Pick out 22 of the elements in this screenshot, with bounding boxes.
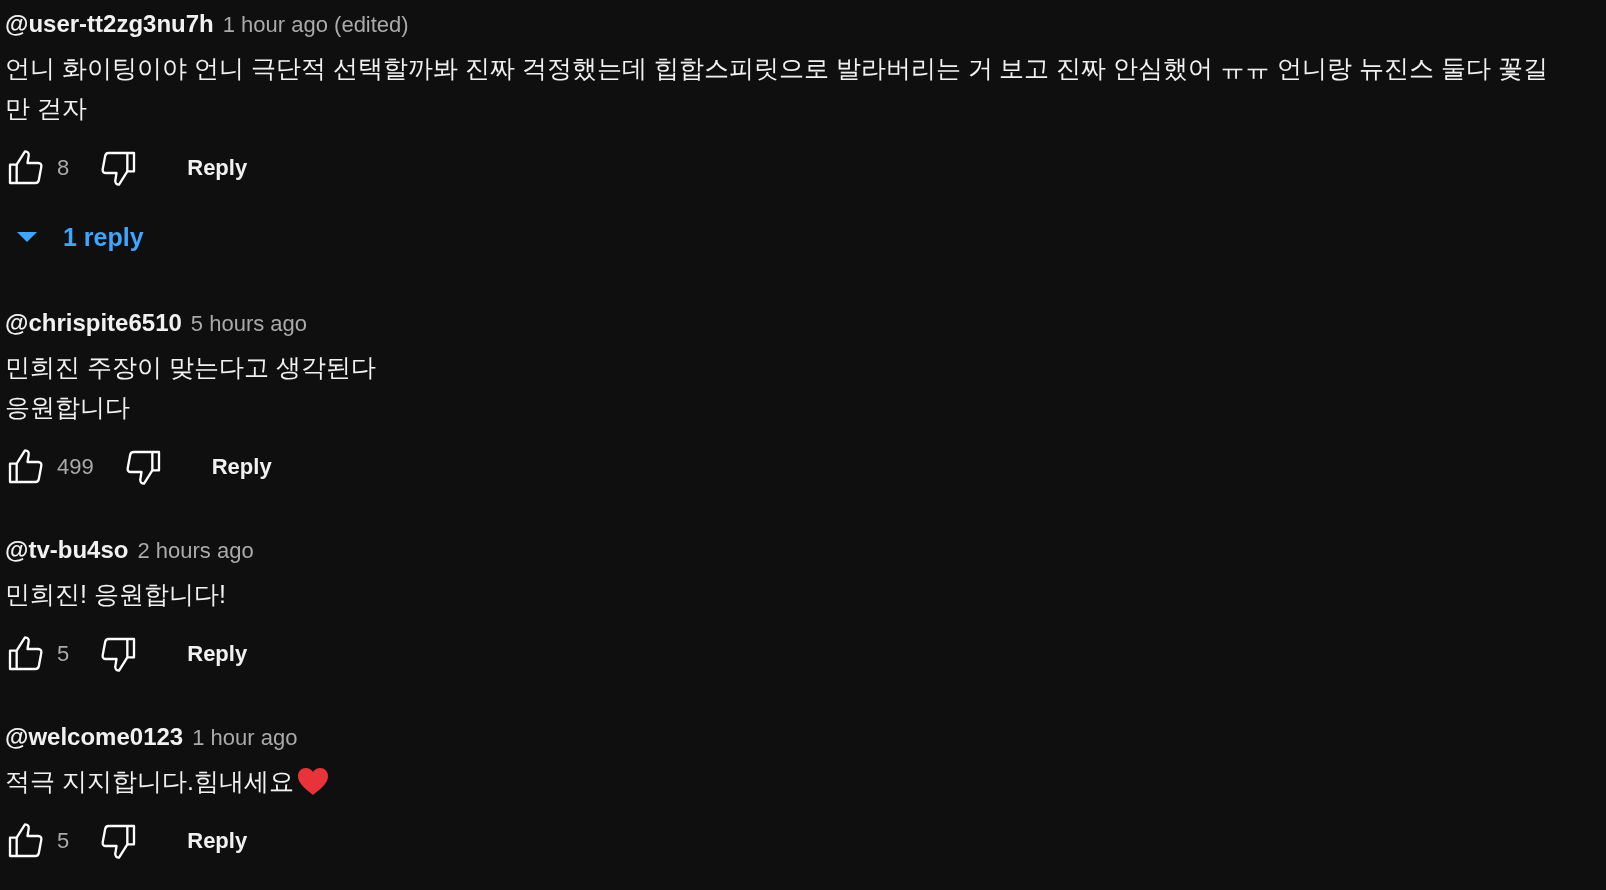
comment-text: 민희진 주장이 맞는다고 생각된다 응원합니다 xyxy=(5,352,376,423)
reply-button[interactable]: Reply xyxy=(171,818,264,864)
comment-author[interactable]: @tv-bu4so xyxy=(5,534,129,566)
comment-time: 1 hour ago (edited) xyxy=(222,11,409,39)
reply-button[interactable]: Reply xyxy=(171,145,264,191)
reply-button[interactable]: Reply xyxy=(171,631,264,677)
like-count: 499 xyxy=(57,454,94,480)
like-count: 5 xyxy=(57,641,70,667)
comment-author[interactable]: @welcome0123 xyxy=(5,721,184,753)
reply-button[interactable]: Reply xyxy=(195,444,288,490)
like-count: 5 xyxy=(57,828,70,854)
comment-time: 5 hours ago xyxy=(190,310,308,338)
caret-icon xyxy=(17,232,37,242)
comment-text: 민희진! 응원합니다! xyxy=(5,579,226,610)
comment-time: 1 hour ago xyxy=(192,724,298,752)
comment-author[interactable]: @user-tt2zg3nu7h xyxy=(5,8,214,40)
comment-text: 언니 화이팅이야 언니 극단적 선택할까봐 진짜 걱정했는데 힙합스피릿으로 발라버리는 거 보고 진짜 안심했어 ㅠㅠ 언니랑 뉴진스 둘다 꽃길만 걷자 xyxy=(5,53,1550,124)
comment-time: 2 hours ago xyxy=(137,537,254,565)
like-count: 8 xyxy=(57,155,70,181)
comment-author[interactable]: @chrispite6510 xyxy=(5,307,182,339)
replies-toggle[interactable]: 1 reply xyxy=(5,214,156,260)
comment-text: 적극 지지합니다.힘내세요 xyxy=(5,766,294,797)
